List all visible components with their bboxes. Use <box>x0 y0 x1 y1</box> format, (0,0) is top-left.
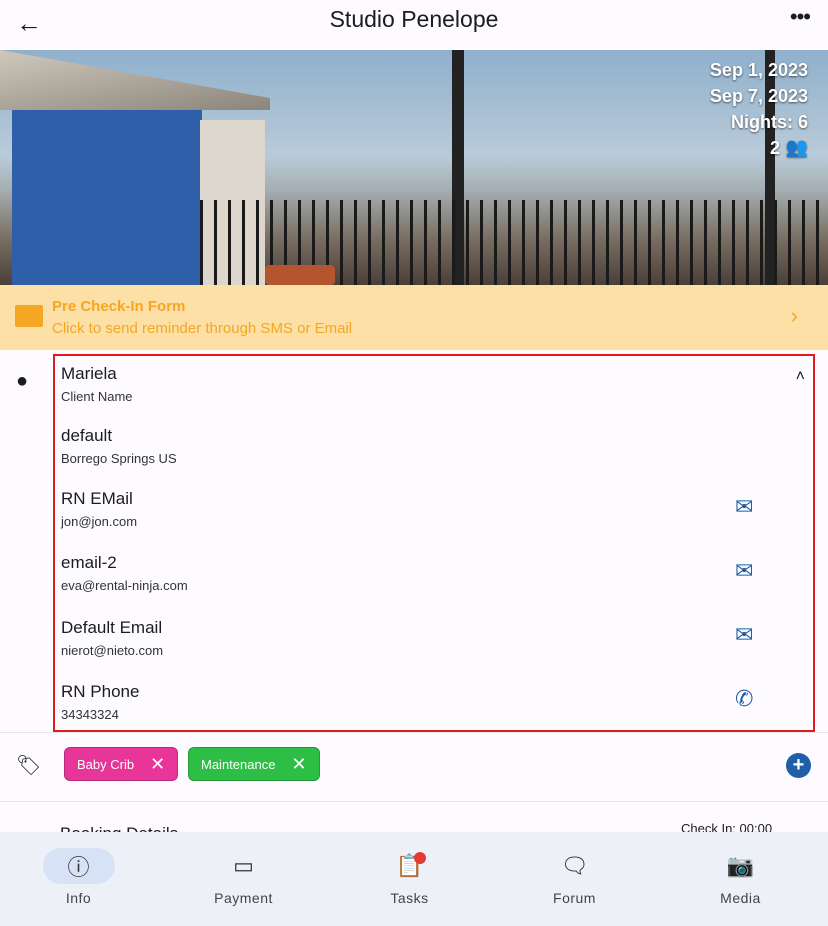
bottom-navigation: ⓘ Info ▭ Payment 📋 Tasks 🗨 Forum 📷 Media <box>0 832 828 926</box>
banner-subtitle: Click to send reminder through SMS or Em… <box>52 320 353 337</box>
guest-count: 2 <box>769 138 780 158</box>
people-icon: 👥 <box>785 137 808 157</box>
nav-forum[interactable]: 🗨 Forum <box>492 832 657 906</box>
info-icon: ⓘ <box>42 848 115 884</box>
check-out-date: Sep 7, 2023 <box>709 86 808 106</box>
nav-info[interactable]: ⓘ Info <box>0 832 161 906</box>
nav-payment[interactable]: ▭ Payment <box>161 832 326 906</box>
row-value: Mariela <box>61 364 117 383</box>
nav-label: Tasks <box>390 890 429 906</box>
row-value: RN EMail <box>61 489 133 508</box>
close-icon[interactable]: ✕ <box>291 754 306 775</box>
id-card-icon <box>15 305 43 327</box>
tag-chip-baby-crib[interactable]: Baby Crib ✕ <box>64 747 179 781</box>
email-row: Default Email nierot@nieto.com <box>61 618 163 658</box>
tag-label: Maintenance <box>201 756 276 772</box>
email-icon[interactable]: ✉ <box>735 558 753 584</box>
client-name-row: Mariela Client Name <box>61 364 133 404</box>
pre-check-in-banner[interactable]: Pre Check-In Form Click to send reminder… <box>0 285 828 350</box>
address-row: default Borrego Springs US <box>61 426 177 466</box>
tag-chip-maintenance[interactable]: Maintenance ✕ <box>188 747 320 781</box>
email-row: RN EMail jon@jon.com <box>61 489 137 529</box>
booking-title: Booking Details <box>60 824 178 832</box>
booking-details-row[interactable]: Booking Details Check In: 00:00 <box>0 802 828 832</box>
row-label: nierot@nieto.com <box>61 643 164 658</box>
row-label: eva@rental-ninja.com <box>61 578 188 593</box>
camera-icon: 📷 <box>726 853 755 878</box>
banner-title: Pre Check-In Form <box>52 298 186 315</box>
client-details-panel: ˄ Mariela Client Name default Borrego Spri… <box>53 354 815 732</box>
chevron-up-icon[interactable]: ˄ <box>796 368 805 386</box>
property-photo: Sep 1, 2023 Sep 7, 2023 Nights: 6 2 👥 <box>0 50 828 285</box>
chat-bubble-icon: 🗨 <box>560 853 589 878</box>
row-value: RN Phone <box>61 682 140 701</box>
app-bar: ← Studio Penelope ••• <box>0 0 828 50</box>
phone-icon[interactable]: ✆ <box>735 686 753 712</box>
photo-roof <box>0 50 270 110</box>
nav-tasks[interactable]: 📋 Tasks <box>327 832 492 906</box>
row-label: Client Name <box>61 389 133 404</box>
nav-media[interactable]: 📷 Media <box>658 832 823 906</box>
tags-section: 🏷 Baby Crib ✕ Maintenance ✕ + <box>0 732 828 802</box>
photo-wall <box>12 105 202 285</box>
row-value: Default Email <box>61 618 163 637</box>
nav-label: Media <box>720 890 761 906</box>
nav-label: Forum <box>553 890 596 906</box>
check-in-time: Check In: 00:00 <box>681 821 773 832</box>
more-options-icon[interactable]: ••• <box>790 4 811 30</box>
email-icon[interactable]: ✉ <box>735 494 753 520</box>
close-icon[interactable]: ✕ <box>150 754 165 775</box>
page-title: Studio Penelope <box>329 6 499 32</box>
phone-row: RN Phone 34343324 <box>61 682 139 722</box>
row-value: email-2 <box>61 553 117 572</box>
alert-badge <box>413 852 426 864</box>
row-value: default <box>61 426 113 445</box>
nav-label: Info <box>65 890 92 906</box>
photo-flowerpot <box>265 265 335 285</box>
email-row: email-2 eva@rental-ninja.com <box>61 553 188 593</box>
clipboard-icon: 📋 <box>374 848 446 884</box>
row-label: 34343324 <box>61 707 119 722</box>
row-label: Borrego Springs US <box>61 451 177 466</box>
person-icon: ● <box>16 370 29 392</box>
email-icon[interactable]: ✉ <box>735 622 753 648</box>
add-tag-button[interactable]: + <box>786 753 811 778</box>
credit-card-icon: ▭ <box>233 853 254 878</box>
row-label: jon@jon.com <box>61 514 138 529</box>
chevron-right-icon: › <box>790 303 798 328</box>
nights-count: Nights: 6 <box>730 112 808 132</box>
nav-label: Payment <box>214 890 273 906</box>
tag-icon: 🏷 <box>16 755 42 777</box>
tag-label: Baby Crib <box>77 756 135 772</box>
check-in-date: Sep 1, 2023 <box>709 60 808 80</box>
